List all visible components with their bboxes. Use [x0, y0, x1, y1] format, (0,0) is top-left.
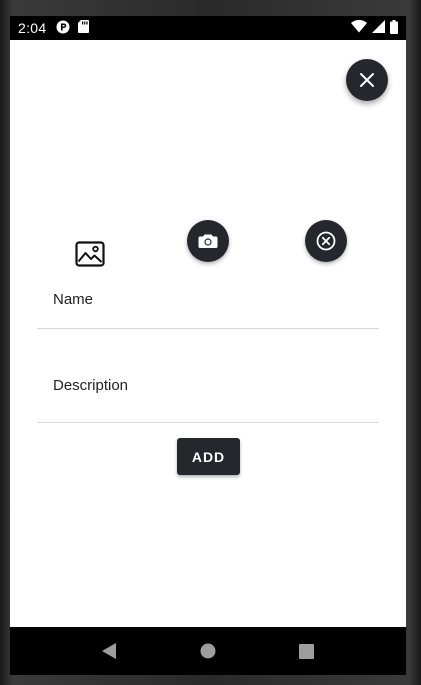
recents-icon [299, 643, 315, 659]
home-button[interactable] [188, 631, 228, 671]
status-bar: 2:04 [10, 16, 406, 40]
camera-button[interactable] [187, 220, 229, 262]
gallery-button[interactable] [72, 237, 108, 271]
battery-icon [390, 19, 398, 37]
add-item-form: Name Description ADD [10, 40, 406, 627]
name-field[interactable]: Name [37, 278, 379, 329]
p-badge-icon [56, 20, 70, 37]
clear-image-button[interactable] [305, 220, 347, 262]
back-button[interactable] [89, 631, 129, 671]
phone-screen: 2:04 Name Description ADD [10, 16, 406, 675]
navigation-bar [10, 627, 406, 675]
cancel-circle-icon [316, 231, 336, 251]
status-left-icons [56, 20, 90, 37]
description-field[interactable]: Description [37, 358, 379, 423]
device-frame: 2:04 Name Description ADD [0, 0, 421, 685]
status-right-icons [351, 19, 398, 37]
cell-signal-icon [372, 20, 385, 36]
close-button[interactable] [346, 59, 388, 101]
home-icon [200, 643, 216, 659]
wifi-icon [351, 19, 367, 36]
image-icon [75, 241, 105, 267]
description-label: Description [53, 377, 129, 394]
recents-button[interactable] [287, 631, 327, 671]
back-icon [102, 643, 117, 659]
name-label: Name [53, 291, 94, 308]
camera-icon [198, 234, 218, 248]
status-time: 2:04 [18, 20, 47, 36]
add-button[interactable]: ADD [177, 438, 240, 475]
sd-card-icon [78, 20, 90, 36]
close-icon [360, 73, 374, 87]
